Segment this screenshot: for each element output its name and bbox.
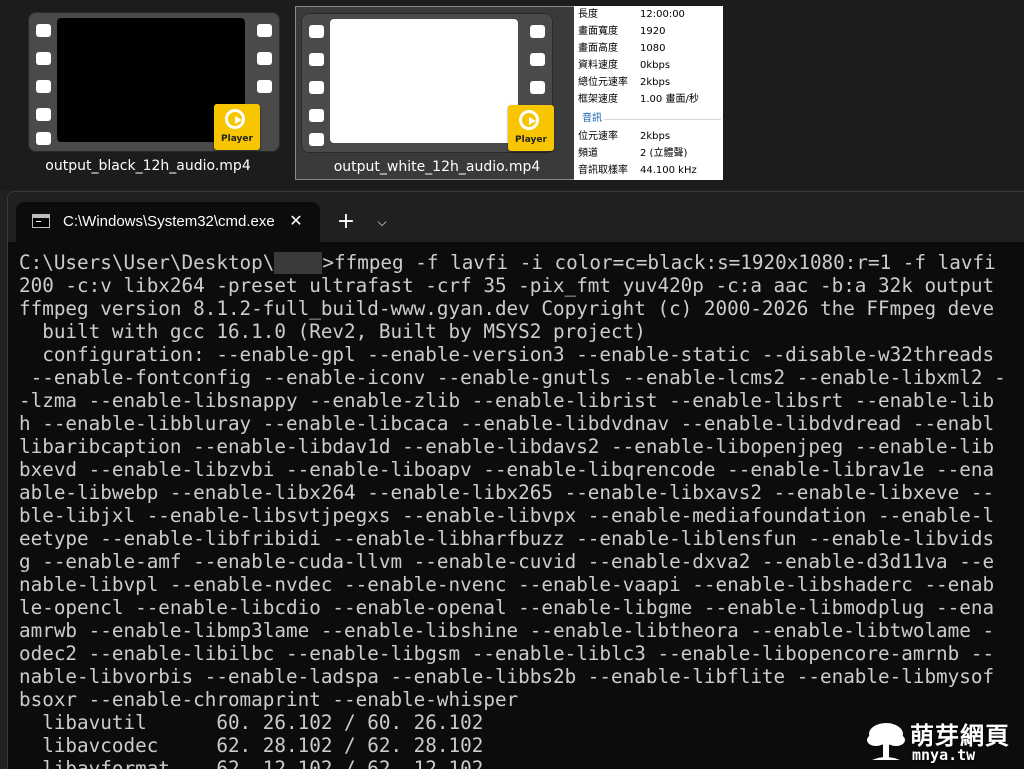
property-label: 位元速率 [578, 131, 618, 142]
terminal-window: C:\Windows\System32\cmd.exe ✕ + ⌵ C:\Use… [7, 191, 1024, 769]
output-line: bsoxr --enable-chromaprint --enable-whis… [19, 688, 519, 711]
output-line: ble-libjxl --enable-libsvtjpegxs --enabl… [19, 504, 995, 527]
property-value: 0kbps [640, 60, 671, 71]
output-line: h --enable-libbluray --enable-libcaca --… [19, 412, 995, 435]
output-line: --enable-fontconfig --enable-iconv --ena… [19, 366, 1006, 389]
file-name: output_white_12h_audio.mp4 [333, 159, 541, 175]
tree-logo-icon [867, 723, 905, 760]
property-value: 1920 [640, 26, 666, 37]
property-label: 總位元速率 [578, 77, 628, 88]
property-label: 長度 [578, 9, 598, 20]
output-line: -lzma --enable-libsnappy --enable-zlib -… [19, 389, 995, 412]
file-tile-black[interactable]: Player output_black_12h_audio.mp4 [6, 6, 290, 180]
property-label: 畫面寬度 [578, 26, 618, 37]
close-tab-button[interactable]: ✕ [286, 211, 306, 231]
output-line: eetype --enable-libfribidi --enable-libh… [19, 527, 995, 550]
property-label: 音訊取樣率 [578, 165, 628, 176]
tab-title: C:\Windows\System32\cmd.exe [63, 213, 275, 230]
property-value: 2kbps [640, 131, 671, 142]
redacted-folder [274, 252, 323, 274]
output-line: libaribcaption --enable-libdav1d --enabl… [19, 435, 995, 458]
terminal-output[interactable]: C:\Users\User\Desktop\ >ffmpeg -f lavfi -… [19, 251, 1024, 769]
property-value: 2kbps [640, 77, 671, 88]
tab-dropdown-chevron-icon[interactable]: ⌵ [370, 210, 394, 234]
output-line: amrwb --enable-libmp3lame --enable-libsh… [19, 619, 995, 642]
player-app-icon: Player [508, 105, 554, 151]
property-value: 44.100 kHz [640, 165, 697, 176]
file-properties-panel: 長度 12:00:00 畫面寬度 1920 畫面高度 1080 資料速度 0kbps 總… [574, 6, 723, 180]
terminal-tab-cmd[interactable]: C:\Windows\System32\cmd.exe ✕ [16, 202, 320, 242]
property-label: 頻道 [578, 148, 598, 159]
prompt-line: C:\Users\User\Desktop\ >ffmpeg -f lavfi -… [19, 251, 1024, 274]
terminal-tab-bar: C:\Windows\System32\cmd.exe ✕ + ⌵ [8, 192, 1024, 242]
property-value: 1080 [640, 43, 666, 54]
section-divider [604, 119, 721, 120]
output-line: le-opencl --enable-libcdio --enable-open… [19, 596, 995, 619]
output-line: bxevd --enable-libzvbi --enable-liboapv … [19, 458, 995, 481]
output-line: odec2 --enable-libilbc --enable-libgsm -… [19, 642, 995, 665]
prompt-command: >ffmpeg -f lavfi -i color=c=black:s=1920… [322, 251, 996, 274]
property-label: 畫面高度 [578, 43, 618, 54]
video-frame-white [330, 19, 518, 143]
output-line: nable-libvorbis --enable-ladspa --enable… [19, 665, 995, 688]
file-explorer-strip: Player output_black_12h_audio.mp4 Player… [0, 0, 1024, 190]
property-value: 1.00 畫面/秒 [640, 94, 699, 105]
property-value: 2 (立體聲) [640, 148, 688, 159]
cmd-prompt-icon [32, 214, 50, 228]
property-value: 12:00:00 [640, 9, 685, 20]
property-label: 資料速度 [578, 60, 618, 71]
output-line: 200 -c:v libx264 -preset ultrafast -crf … [19, 274, 995, 297]
site-watermark: 萌芽網頁 mnya.tw [866, 716, 1022, 766]
watermark-domain: mnya.tw [912, 746, 976, 764]
audio-section-header: 音訊 [582, 113, 602, 124]
file-name: output_black_12h_audio.mp4 [45, 158, 251, 174]
output-line: ffmpeg version 8.1.2-full_build-www.gyan… [19, 297, 995, 320]
new-tab-button[interactable]: + [334, 210, 358, 234]
output-line: nable-libvpl --enable-nvdec --enable-nve… [19, 573, 995, 596]
player-badge-label: Player [221, 134, 253, 144]
property-label: 框架速度 [578, 94, 618, 105]
player-app-icon: Player [214, 104, 260, 150]
output-line: configuration: --enable-gpl --enable-ver… [19, 343, 995, 366]
player-badge-label: Player [515, 135, 547, 145]
file-tile-white[interactable]: Player output_white_12h_audio.mp4 [295, 6, 579, 180]
prompt-path: C:\Users\User\Desktop\ [19, 251, 275, 274]
output-line: built with gcc 16.1.0 (Rev2, Built by MS… [19, 320, 646, 343]
output-line: g --enable-amf --enable-cuda-llvm --enab… [19, 550, 995, 573]
output-line: able-libwebp --enable-libx264 --enable-l… [19, 481, 995, 504]
